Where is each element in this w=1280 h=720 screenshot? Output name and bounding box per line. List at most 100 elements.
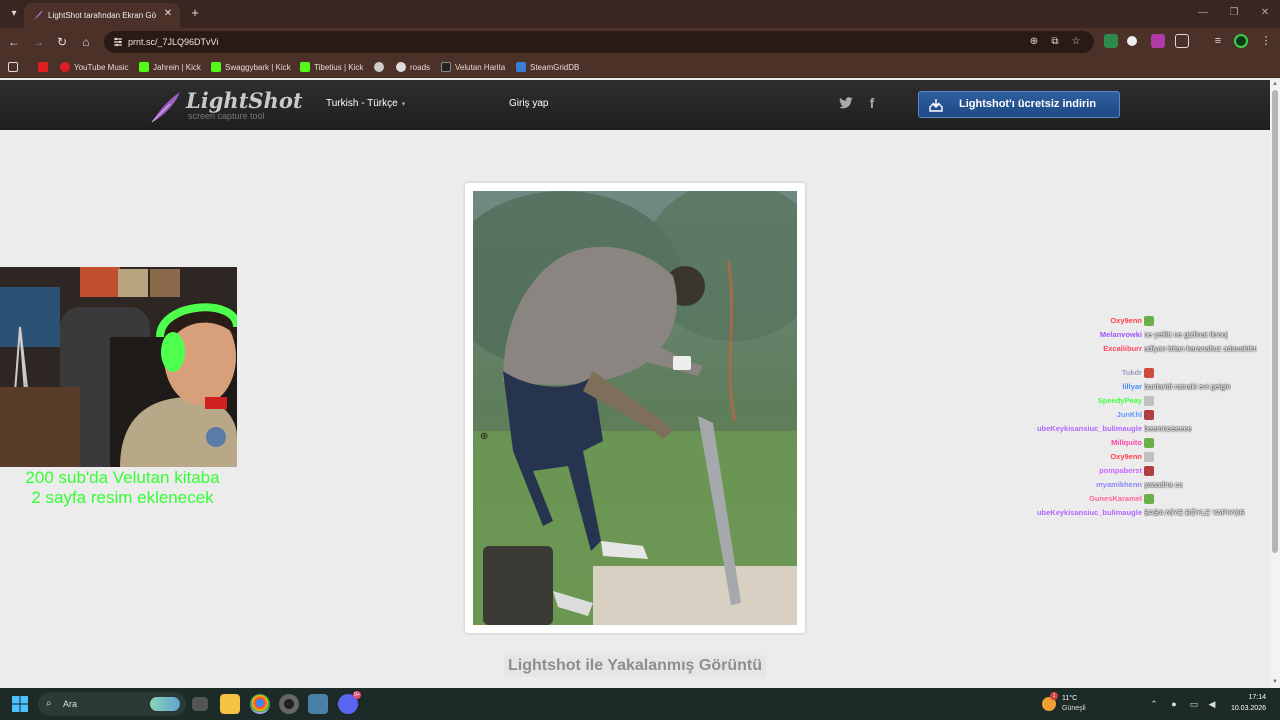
lightshot-logo[interactable]: LightShot screen capture tool xyxy=(148,88,303,124)
search-icon: ⌕ xyxy=(46,698,52,709)
twitter-icon[interactable] xyxy=(838,95,854,111)
zoom-icon[interactable]: ⊕ xyxy=(1028,36,1040,48)
bookmark-globe[interactable] xyxy=(374,60,384,74)
clock-time[interactable]: 17:14 xyxy=(1236,693,1266,702)
bookmark-tibetius[interactable]: Tibetius | Kick xyxy=(300,60,363,74)
steam-icon[interactable] xyxy=(308,694,328,714)
chat-username: Oxy9enn xyxy=(1110,452,1142,461)
chat-username: myamikhenn xyxy=(1096,480,1142,489)
map-icon xyxy=(441,62,451,72)
volume-icon[interactable]: ◀ xyxy=(1206,698,1218,710)
chat-username: SpeedyPeay xyxy=(1097,396,1142,405)
bookmark-youtube-music[interactable]: YouTube Music xyxy=(60,60,129,74)
discord-icon[interactable]: 9+ xyxy=(338,691,361,714)
chat-message: Melanvowki ne yeilitt ne gizlinat tkrooj xyxy=(1040,328,1272,341)
youtube-music-icon xyxy=(60,62,70,72)
chat-text xyxy=(1144,394,1154,407)
windows-start-icon[interactable] xyxy=(12,696,28,712)
chat-message: myamikhenn yaaadna ca xyxy=(1040,478,1272,491)
weather-temperature[interactable]: 11°C xyxy=(1062,694,1077,703)
network-icon[interactable]: ▭ xyxy=(1188,698,1200,710)
windows-taskbar: ⌕ Ara 9+ xyxy=(0,688,1280,720)
weather-badge: 1 xyxy=(1050,692,1058,700)
profile-avatar[interactable] xyxy=(1234,34,1248,48)
chat-message: JunKhl xyxy=(1040,408,1272,421)
chat-emote-icon xyxy=(1144,410,1154,421)
chat-text xyxy=(1144,492,1154,505)
clock-date[interactable]: 10.03.2026 xyxy=(1226,704,1266,713)
apps-grid-icon[interactable] xyxy=(8,60,18,74)
chat-username: Millquito xyxy=(1111,438,1142,447)
bookmark-star-icon[interactable]: ☆ xyxy=(1070,36,1082,48)
screenshot-image[interactable] xyxy=(473,191,797,625)
steamgriddb-icon xyxy=(516,62,526,72)
login-link[interactable]: Giriş yap xyxy=(509,97,548,111)
chevron-down-icon: ▾ xyxy=(401,101,406,108)
file-explorer-icon[interactable] xyxy=(220,694,240,714)
reload-icon[interactable]: ↻ xyxy=(54,34,70,50)
address-bar[interactable]: prnt.sc/_7JLQ96DTvVi ⊕ ⧉ ☆ xyxy=(104,31,1094,53)
install-app-icon[interactable]: ⧉ xyxy=(1049,36,1061,48)
chat-text: yaaadna ca xyxy=(1144,480,1183,489)
obs-icon[interactable] xyxy=(279,694,299,714)
close-window-icon[interactable]: ✕ xyxy=(1258,6,1272,20)
feather-logo-icon xyxy=(151,92,180,123)
stream-chat-overlay: Oxy9enn Melanvowki ne yeilitt ne gizlinat … xyxy=(1036,300,1272,520)
tab-lightshot[interactable]: LightShot tarafından Ekran Görüntüsü ✕ xyxy=(24,3,180,28)
chat-username: ubeKeykisansiuc_bulimaugle xyxy=(1036,508,1142,517)
lightshot-feather-icon xyxy=(34,10,43,20)
reading-list-icon[interactable]: ≡ xyxy=(1211,34,1225,48)
taskbar-search[interactable]: ⌕ Ara xyxy=(38,692,186,716)
scroll-up-icon[interactable]: ▲ xyxy=(1272,80,1278,88)
url-text: prnt.sc/_7JLQ96DTvVi xyxy=(128,37,219,47)
bookmark-jahrein[interactable]: Jahrein | Kick xyxy=(139,60,201,74)
home-icon[interactable]: ⌂ xyxy=(78,34,94,50)
site-info-icon[interactable] xyxy=(112,36,124,48)
chat-username: ubeKeykisansiuc_bulimaugle xyxy=(1036,424,1142,433)
tab-title: LightShot tarafından Ekran Görüntüsü xyxy=(48,11,156,20)
extensions-puzzle-icon[interactable] xyxy=(1175,34,1189,48)
back-icon[interactable]: ← xyxy=(6,34,22,50)
chat-text: beenmeeeeee xyxy=(1144,424,1192,433)
chat-emote-icon xyxy=(1144,438,1154,449)
tab-close-icon[interactable]: ✕ xyxy=(162,8,174,20)
chat-username: lillyar xyxy=(1122,382,1142,391)
new-tab-button[interactable]: + xyxy=(188,6,202,20)
microphone-icon[interactable]: ● xyxy=(1168,698,1180,710)
chat-message: Excaliiburr adiyan bitan karanaltuz adava… xyxy=(1040,342,1272,355)
bookmark-steamgriddb[interactable]: SteamGridDB xyxy=(516,60,579,74)
restore-icon[interactable]: ❐ xyxy=(1227,6,1241,20)
download-button[interactable]: Lightshot'ı ücretsiz indirin xyxy=(918,91,1120,118)
bookmark-velutan-harita[interactable]: Velutan Harita xyxy=(441,60,505,74)
extension-shield-icon[interactable] xyxy=(1104,34,1118,48)
chat-text: bunlaridi ratnaki evi geigin xyxy=(1144,382,1231,391)
chat-emote-icon xyxy=(1144,316,1154,327)
scrollbar-thumb[interactable] xyxy=(1272,90,1278,553)
facebook-icon[interactable]: f xyxy=(864,95,880,111)
sub-goal-line-1: 200 sub'da Velutan kitaba xyxy=(25,468,220,487)
bookmark-swaggybark[interactable]: Swaggybark | Kick xyxy=(211,60,291,74)
scroll-down-icon[interactable]: ▼ xyxy=(1272,678,1278,686)
chrome-menu-icon[interactable]: ⋮ xyxy=(1259,34,1273,48)
chrome-icon[interactable] xyxy=(250,694,270,714)
tray-overflow-icon[interactable]: ⌃ xyxy=(1148,698,1160,710)
language-selector[interactable]: Turkish - Türkçe ▾ xyxy=(326,97,405,111)
minimize-icon[interactable]: — xyxy=(1196,6,1210,20)
chat-text xyxy=(1144,450,1154,463)
sub-goal-text: 200 sub'da Velutan kitaba 2 sayfa resim … xyxy=(0,468,245,512)
forward-icon[interactable]: → xyxy=(30,34,46,50)
chat-emote-icon xyxy=(1144,368,1154,379)
download-label: Lightshot'ı ücretsiz indirin xyxy=(959,98,1097,110)
extension-diamond-icon[interactable] xyxy=(1127,36,1137,46)
chat-text xyxy=(1144,464,1154,477)
chat-message: ubeKeykisansiuc_bulimaugle beenmeeeeee xyxy=(1036,422,1272,435)
image-caption: Lightshot ile Yakalanmış Görüntü xyxy=(504,655,766,677)
webcam-overlay xyxy=(0,267,237,467)
task-view-icon[interactable] xyxy=(192,697,208,711)
bookmark-roads[interactable]: roads xyxy=(396,60,430,74)
weather-description[interactable]: Güneşli xyxy=(1062,704,1086,713)
extension-purple-icon[interactable] xyxy=(1151,34,1165,48)
chat-message: SpeedyPeay xyxy=(1040,394,1272,407)
tab-search-button[interactable]: ▾ xyxy=(6,6,22,22)
bookmark-youtube[interactable] xyxy=(38,60,48,74)
